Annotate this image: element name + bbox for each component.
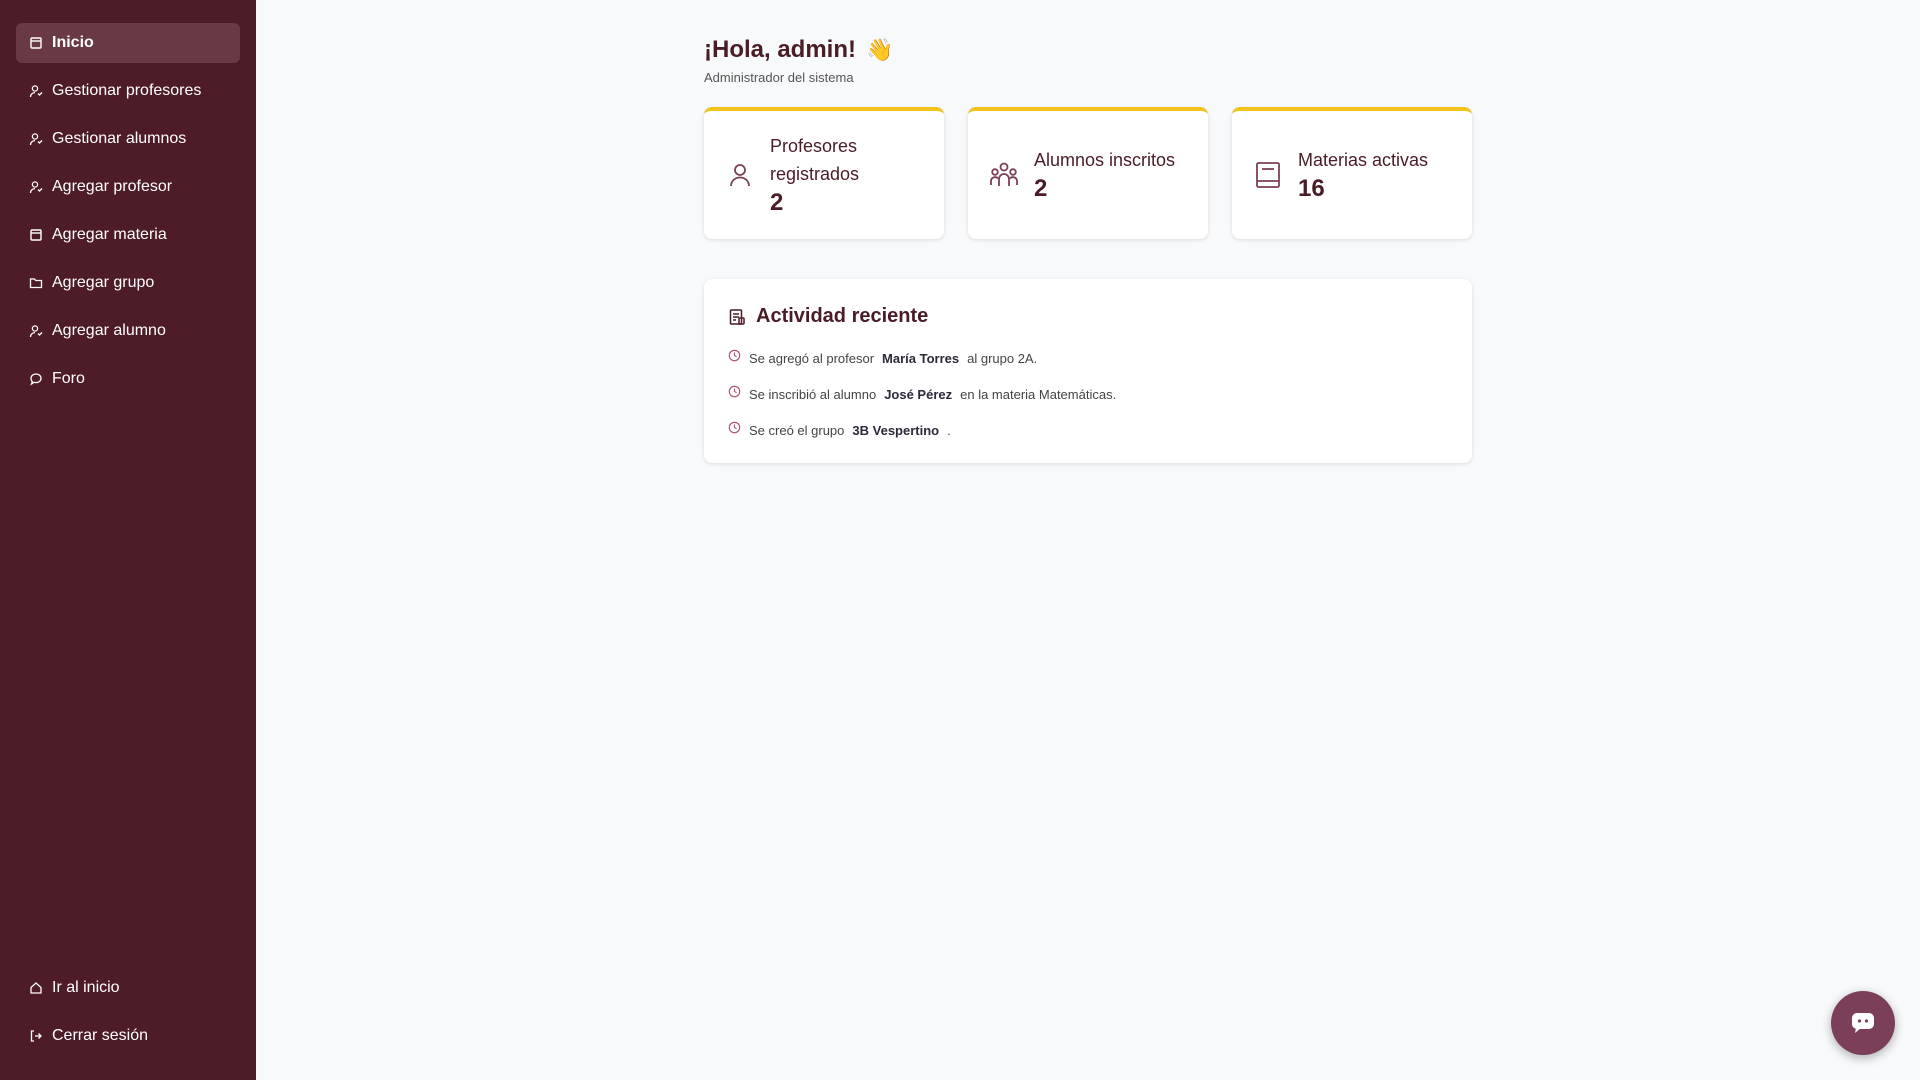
stat-label: Alumnos inscritos xyxy=(1034,150,1176,170)
sidebar-item-label: Ir al inicio xyxy=(52,979,120,996)
logout-button[interactable]: Cerrar sesión xyxy=(16,1016,240,1056)
sidebar-item-inicio[interactable]: Inicio xyxy=(16,23,240,63)
sidebar-item-label: Agregar grupo xyxy=(52,274,155,291)
user-icon xyxy=(29,132,43,146)
sidebar-item-agregar-alumno[interactable]: Agregar alumno xyxy=(16,311,240,351)
clock-icon xyxy=(728,421,741,433)
sidebar-item-agregar-profesor[interactable]: Agregar profesor xyxy=(16,167,240,207)
chat-bubble-icon xyxy=(29,372,43,386)
user-icon xyxy=(29,180,43,194)
stats-row: Profesores registrados 2 Alumnos inscrit… xyxy=(704,107,1472,239)
sidebar-item-label: Agregar profesor xyxy=(52,178,173,195)
folder-icon xyxy=(29,276,43,290)
sidebar-item-label: Inicio xyxy=(52,34,94,51)
activity-text: . xyxy=(947,422,951,438)
activity-title-text: Actividad reciente xyxy=(756,305,929,327)
list-item: Se agregó al profesor María Torres al gr… xyxy=(728,340,1448,376)
activity-list: Se agregó al profesor María Torres al gr… xyxy=(728,340,1448,448)
wave-emoji: 👋 xyxy=(866,37,894,62)
chat-button[interactable] xyxy=(1831,991,1895,1055)
document-icon xyxy=(729,308,745,325)
stat-label: Profesores registrados xyxy=(770,136,860,184)
sidebar-item-gestionar-alumnos[interactable]: Gestionar alumnos xyxy=(16,119,240,159)
page-title: ¡Hola, admin! 👋 xyxy=(704,34,1472,66)
logout-icon xyxy=(29,1029,43,1043)
stat-label: Materias activas xyxy=(1298,150,1429,170)
recent-activity-card: Actividad reciente Se agregó al profesor… xyxy=(704,279,1472,463)
page-subtitle: Administrador del sistema xyxy=(704,70,854,85)
list-item: Se creó el grupo 3B Vespertino . xyxy=(728,412,1448,448)
stat-card-materias: Materias activas 16 xyxy=(1232,107,1472,239)
stat-value: 2 xyxy=(770,189,784,216)
user-icon xyxy=(29,84,43,98)
chat-icon xyxy=(1852,1013,1874,1033)
sidebar-item-label: Cerrar sesión xyxy=(52,1027,149,1044)
user-icon xyxy=(29,324,43,338)
user-icon xyxy=(724,159,756,191)
activity-highlight: 3B Vespertino xyxy=(852,422,940,438)
sidebar-item-label: Agregar alumno xyxy=(52,322,166,339)
activity-highlight: María Torres xyxy=(882,350,960,366)
stat-card-profesores: Profesores registrados 2 xyxy=(704,107,944,239)
greeting-text: ¡Hola, admin! xyxy=(704,36,857,63)
activity-text: Se inscribió al alumno xyxy=(749,386,877,402)
sidebar-bottom: Ir al inicio Cerrar sesión xyxy=(16,968,240,1064)
book-icon xyxy=(1252,159,1284,191)
activity-title: Actividad reciente xyxy=(728,305,1448,328)
home-icon xyxy=(29,981,43,995)
activity-text: Se creó el grupo xyxy=(749,422,845,438)
activity-text: Se agregó al profesor xyxy=(749,350,875,366)
clock-icon xyxy=(728,349,741,361)
sidebar-item-agregar-grupo[interactable]: Agregar grupo xyxy=(16,263,240,303)
calendar-icon xyxy=(29,36,43,50)
sidebar-item-label: Foro xyxy=(52,370,85,387)
calendar-icon xyxy=(29,228,43,242)
sidebar-item-label: Gestionar alumnos xyxy=(52,130,187,147)
sidebar-item-agregar-materia[interactable]: Agregar materia xyxy=(16,215,240,255)
stat-card-alumnos: Alumnos inscritos 2 xyxy=(968,107,1208,239)
sidebar-item-foro[interactable]: Foro xyxy=(16,359,240,399)
sidebar-item-label: Agregar materia xyxy=(52,226,167,243)
clock-icon xyxy=(728,385,741,397)
activity-highlight: José Pérez xyxy=(884,386,953,402)
main-content: ¡Hola, admin! 👋 Administrador del sistem… xyxy=(704,34,1472,463)
sidebar-item-label: Gestionar profesores xyxy=(52,82,202,99)
sidebar: Inicio Gestionar profesores Gestionar al… xyxy=(0,0,256,1080)
go-home-button[interactable]: Ir al inicio xyxy=(16,968,240,1008)
activity-text: en la materia Matemáticas. xyxy=(960,386,1117,402)
stat-value: 2 xyxy=(1034,175,1048,202)
list-item: Se inscribió al alumno José Pérez en la … xyxy=(728,376,1448,412)
activity-text: al grupo 2A. xyxy=(967,350,1038,366)
group-icon xyxy=(988,159,1020,191)
sidebar-item-gestionar-profesores[interactable]: Gestionar profesores xyxy=(16,71,240,111)
stat-value: 16 xyxy=(1298,175,1325,202)
